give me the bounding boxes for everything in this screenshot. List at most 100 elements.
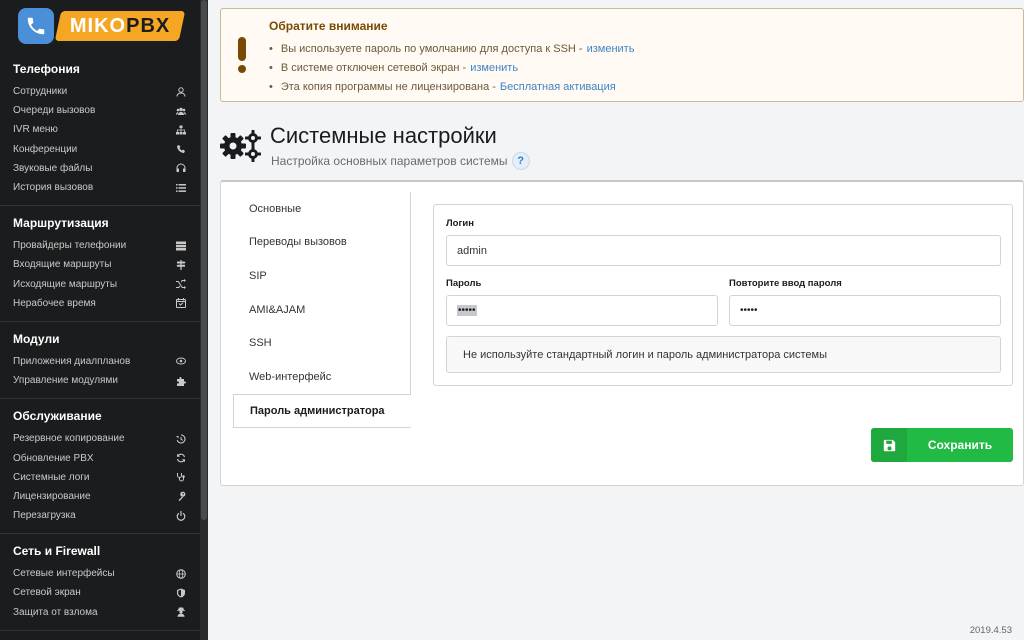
sidebar-section-title: Обслуживание xyxy=(13,409,102,424)
sidebar-section: Модули Приложения диалпланов Управление мо… xyxy=(0,322,200,400)
sidebar-item[interactable]: Системные логи xyxy=(0,468,200,487)
sidebar-item[interactable]: Перезагрузка xyxy=(0,506,200,525)
logo-brand: MIKOPBX xyxy=(54,11,186,41)
puzzle-icon xyxy=(175,375,187,387)
server-icon xyxy=(175,240,187,252)
password-repeat-label: Повторите ввод пароля xyxy=(729,278,842,289)
sitemap-icon xyxy=(175,124,187,136)
sidebar-item[interactable]: Лицензирование xyxy=(0,487,200,506)
random-icon xyxy=(175,278,187,290)
password-repeat-input[interactable]: ••••• xyxy=(729,295,1001,326)
sidebar-section-title: Модули xyxy=(13,331,60,346)
sidebar-section-title: Сеть и Firewall xyxy=(13,544,101,559)
user-icon xyxy=(175,86,187,98)
sidebar-item[interactable]: Сетевой экран xyxy=(0,583,200,602)
sidebar-item-label: Сетевой экран xyxy=(13,587,81,599)
sidebar-item[interactable]: IVR меню xyxy=(0,120,200,139)
login-input[interactable]: admin xyxy=(446,235,1001,266)
sidebar-item-label: Очереди вызовов xyxy=(13,105,96,117)
list-icon xyxy=(175,182,187,194)
user-secret-icon xyxy=(175,606,187,618)
tab-5[interactable]: Web-интерфейс xyxy=(233,359,411,394)
settings-tabs: Основные Переводы вызовов SIP AMI&AJAM SSH We… xyxy=(233,192,411,428)
sidebar-item-label: Звуковые файлы xyxy=(13,162,93,174)
sidebar-item[interactable]: Приложения диалпланов xyxy=(0,352,200,371)
sidebar-item[interactable]: История вызовов xyxy=(0,178,200,197)
sidebar-item-label: Защита от взлома xyxy=(13,606,98,618)
tab-2[interactable]: SIP xyxy=(233,259,411,293)
sidebar-item[interactable]: Сотрудники xyxy=(0,82,200,101)
sidebar-item-label: История вызовов xyxy=(13,182,94,194)
sidebar-menu: Телефония Сотрудники Очереди вызовов IVR ме… xyxy=(0,52,200,640)
link-change-firewall[interactable]: изменить xyxy=(470,62,518,74)
sidebar-item-label: Управление модулями xyxy=(13,375,118,387)
users-icon xyxy=(175,105,187,117)
sidebar-item[interactable]: Резервное копирование xyxy=(0,429,200,448)
stethoscope-icon xyxy=(175,471,187,483)
sidebar-item[interactable]: Сетевые интерфейсы xyxy=(0,564,200,583)
sidebar-item-label: Сетевые интерфейсы xyxy=(13,568,115,580)
page-subtitle: Настройка основных параметров системы ? xyxy=(271,152,530,170)
tab-1[interactable]: Переводы вызовов xyxy=(233,225,411,260)
sidebar-item[interactable]: Звуковые файлы xyxy=(0,159,200,178)
phone-icon xyxy=(18,8,54,44)
sidebar-item-label: Лицензирование xyxy=(13,490,91,502)
warning-item-license: Эта копия программы не лицензирована - Б… xyxy=(269,77,634,96)
sidebar-scrollbar[interactable] xyxy=(200,0,208,640)
warning-item-ssh: Вы используете пароль по умолчанию для д… xyxy=(269,39,635,58)
version-label: 2019.4.53 xyxy=(969,625,1012,636)
tab-4[interactable]: SSH xyxy=(233,326,411,360)
sidebar-item-label: Приложения диалпланов xyxy=(13,355,131,367)
sidebar-section: Маршрутизация Провайдеры телефонии Входящи… xyxy=(0,206,200,322)
link-change-ssh[interactable]: изменить xyxy=(587,43,635,55)
tab-3[interactable]: AMI&AJAM xyxy=(233,292,411,327)
sidebar-item-label: Провайдеры телефонии xyxy=(13,240,127,252)
sidebar-item[interactable]: Очереди вызовов xyxy=(0,101,200,120)
tab-6[interactable]: Пароль администратора xyxy=(233,393,411,428)
sidebar-item[interactable]: Нерабочее время xyxy=(0,294,200,313)
save-button[interactable]: Сохранить xyxy=(871,428,1013,462)
code-icon xyxy=(175,355,187,367)
sidebar-item[interactable]: Управление модулями xyxy=(0,371,200,390)
sidebar-section: Телефония Сотрудники Очереди вызовов IVR ме… xyxy=(0,52,200,207)
sidebar-section: Система xyxy=(0,631,200,640)
warning-list: Вы используете пароль по умолчанию для д… xyxy=(269,39,635,96)
map-signs-icon xyxy=(175,259,187,271)
sidebar-item[interactable]: Исходящие маршруты xyxy=(0,275,200,294)
sidebar-section: Обслуживание Резервное копирование Обновле… xyxy=(0,399,200,535)
sidebar-item-label: Входящие маршруты xyxy=(13,259,112,271)
globe-icon xyxy=(175,568,187,580)
password-input[interactable]: ••••• xyxy=(446,295,718,326)
sidebar-item[interactable]: Защита от взлома xyxy=(0,603,200,622)
sidebar-item-label: IVR меню xyxy=(13,124,58,136)
sidebar-item[interactable]: Провайдеры телефонии xyxy=(0,236,200,255)
warning-title: Обратите внимание xyxy=(269,19,388,33)
admin-password-form: Логин admin Пароль ••••• Повторите ввод … xyxy=(433,204,1013,386)
sidebar-item-label: Исходящие маршруты xyxy=(13,278,118,290)
sidebar-item-label: Перезагрузка xyxy=(13,510,76,522)
warning-message: Обратите внимание Вы используете пароль … xyxy=(220,8,1024,102)
sidebar: MIKOPBX Телефония Сотрудники Очереди вызов… xyxy=(0,0,208,640)
settings-card: Основные Переводы вызовов SIP AMI&AJAM SSH We… xyxy=(220,180,1024,486)
sidebar-item[interactable]: Обновление PBX xyxy=(0,448,200,467)
key-icon xyxy=(175,490,187,502)
sidebar-item[interactable]: Входящие маршруты xyxy=(0,255,200,274)
save-button-label: Сохранить xyxy=(927,438,993,452)
shield-icon xyxy=(175,587,187,599)
sidebar-item-label: Резервное копирование xyxy=(13,433,125,445)
sidebar-item-label: Нерабочее время xyxy=(13,297,96,309)
gears-icon xyxy=(220,128,264,162)
sidebar-item-label: Обновление PBX xyxy=(13,452,94,464)
sidebar-section: Сеть и Firewall Сетевые интерфейсы Сетевой… xyxy=(0,534,200,631)
sidebar-section-title: Телефония xyxy=(13,62,80,76)
help-icon[interactable]: ? xyxy=(511,152,530,170)
sidebar-item[interactable]: Конференции xyxy=(0,140,200,159)
headphones-icon xyxy=(175,162,187,174)
logo[interactable]: MIKOPBX xyxy=(18,8,186,44)
page-title: Системные настройки xyxy=(270,123,497,148)
sidebar-item-label: Конференции xyxy=(13,143,78,155)
link-free-activation[interactable]: Бесплатная активация xyxy=(500,81,616,93)
sidebar-section-title: Маршрутизация xyxy=(13,216,109,231)
sidebar-scrollbar-thumb[interactable] xyxy=(201,0,207,520)
tab-0[interactable]: Основные xyxy=(233,192,411,226)
